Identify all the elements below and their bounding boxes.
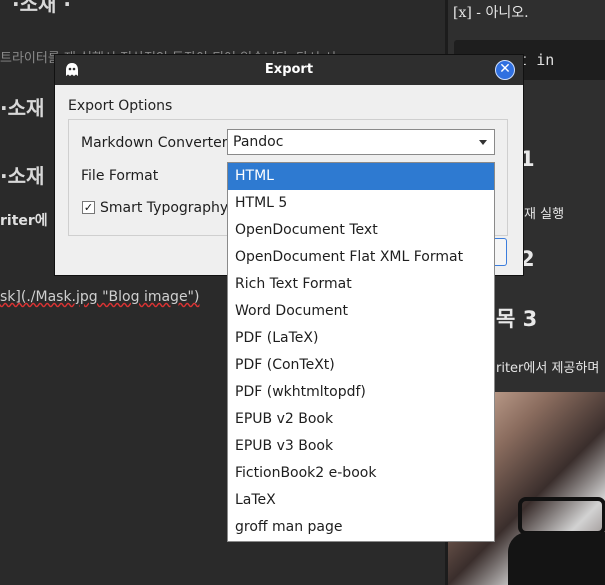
editor-image-link-line: sk](./Mask.jpg "Blog image")	[0, 289, 199, 305]
editor-subheading-2: ·소재	[0, 164, 45, 188]
file-format-option[interactable]: PDF (wkhtmltopdf)	[228, 379, 494, 406]
image-glasses	[518, 497, 605, 535]
smart-typography-checkbox[interactable]: ✓	[82, 201, 95, 214]
editor-writer-line: riter에	[0, 213, 48, 229]
file-format-option[interactable]: LaTeX	[228, 487, 494, 514]
editor-heading-line: ·소재 ·	[12, 0, 71, 16]
close-button[interactable]: ✕	[495, 60, 515, 80]
image-mask	[508, 532, 605, 585]
preview-heading-3: 목 3	[496, 307, 538, 331]
file-format-option[interactable]: EPUB v2 Book	[228, 406, 494, 433]
file-format-option[interactable]: HTML	[228, 163, 494, 190]
file-format-option[interactable]: EPUB v3 Book	[228, 433, 494, 460]
close-icon: ✕	[499, 61, 511, 77]
file-format-option[interactable]: groff man page	[228, 514, 494, 541]
file-format-option[interactable]: Word Document	[228, 298, 494, 325]
file-format-option[interactable]: OpenDocument Flat XML Format	[228, 244, 494, 271]
dropdown-arrow-icon	[479, 140, 487, 145]
file-format-option[interactable]: PDF (ConTeXt)	[228, 352, 494, 379]
markdown-converter-label: Markdown Converter	[81, 135, 228, 151]
file-format-label: File Format	[81, 168, 159, 184]
file-format-option[interactable]: PDF (LaTeX)	[228, 325, 494, 352]
editor-image-link-text: sk](./Mask.jpg "Blog image")	[0, 289, 200, 305]
file-format-dropdown-list[interactable]: HTML HTML 5 OpenDocument Text OpenDocument …	[227, 162, 495, 542]
file-format-option[interactable]: Rich Text Format	[228, 271, 494, 298]
editor-subheading-1: ·소재	[0, 96, 45, 120]
file-format-option[interactable]: FictionBook2 e-book	[228, 460, 494, 487]
export-options-title: Export Options	[68, 98, 173, 114]
file-format-option[interactable]: OpenDocument Text	[228, 217, 494, 244]
preview-writer-line: riter에서 제공하며	[496, 361, 600, 376]
smart-typography-label[interactable]: Smart Typography	[100, 200, 228, 216]
markdown-converter-value: Pandoc	[233, 134, 284, 150]
dialog-title: Export	[264, 62, 314, 77]
checkmark-icon: ✓	[83, 201, 94, 214]
file-format-option[interactable]: HTML 5	[228, 190, 494, 217]
dialog-titlebar[interactable]: Export ✕	[55, 55, 523, 85]
dialog-action-button[interactable]	[495, 238, 507, 266]
preview-checkbox-line: [x] - 아니오.	[453, 5, 529, 21]
markdown-converter-select[interactable]: Pandoc	[227, 129, 495, 155]
